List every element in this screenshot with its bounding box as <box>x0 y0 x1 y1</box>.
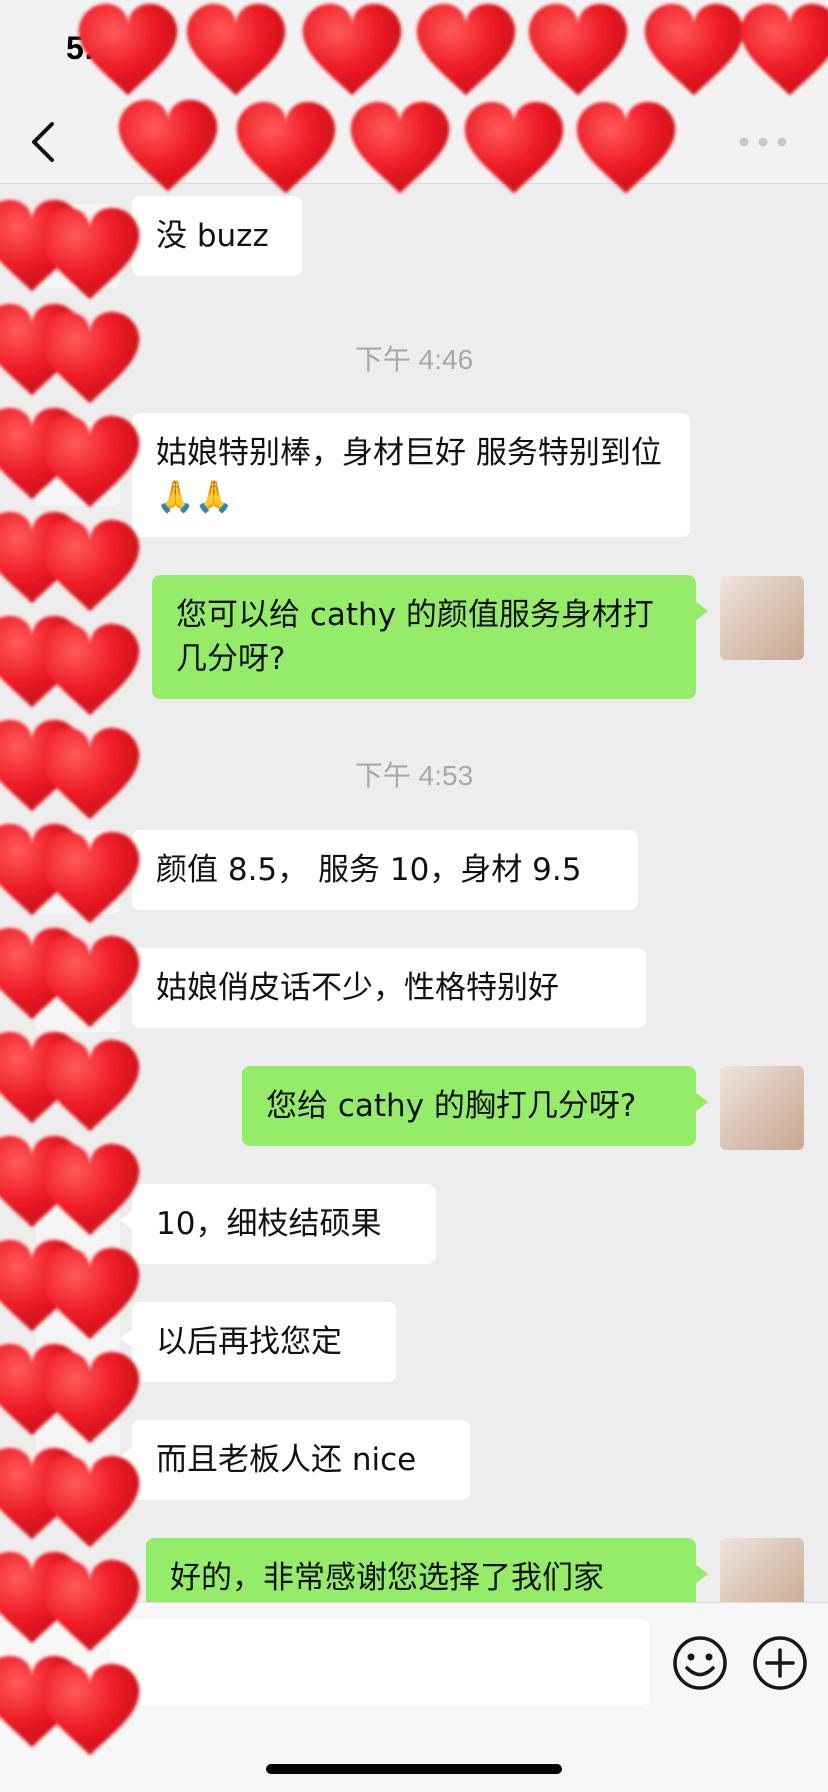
message-bubble-incoming[interactable]: 以后再找您定 <box>120 1302 396 1382</box>
status-bar: 5:0 <box>0 0 828 100</box>
message-text: 而且老板人还 nice <box>156 1442 417 1478</box>
bubble-tail <box>120 1446 133 1466</box>
message-bubble-incoming[interactable]: 姑娘特别棒，身材巨好 服务特别到位🙏🙏 <box>120 413 690 537</box>
bubble-tail <box>120 222 133 242</box>
chat-message-list[interactable]: 没 buzz 下午 4:46 姑娘特别棒，身材巨好 服务特别到位🙏🙏 您可以给 … <box>0 184 828 1602</box>
status-time: 5:0 <box>66 30 113 66</box>
bubble-tail <box>695 1092 708 1112</box>
message-text: 您可以给 cathy 的颜值服务身材打几分呀? <box>176 597 654 677</box>
bubble-tail <box>695 1564 708 1584</box>
message-text: 以后再找您定 <box>156 1324 342 1360</box>
my-avatar[interactable] <box>720 576 804 660</box>
contact-avatar[interactable] <box>36 422 120 506</box>
contact-avatar[interactable] <box>36 204 120 288</box>
message-text: 10，细枝结硕果 <box>156 1206 382 1242</box>
bubble-tail <box>695 601 708 621</box>
message-bubble-incoming[interactable]: 颜值 8.5， 服务 10，身材 9.5 <box>120 830 638 910</box>
timestamp-separator: 下午 4:46 <box>354 344 474 375</box>
message-bubble-outgoing[interactable]: 您可以给 cathy 的颜值服务身材打几分呀? <box>152 575 708 699</box>
message-text: 颜值 8.5， 服务 10，身材 9.5 <box>156 852 582 888</box>
more-dots-icon[interactable] <box>738 136 788 148</box>
chevron-left-icon[interactable] <box>26 118 60 166</box>
message-bubble-incoming[interactable]: 没 buzz <box>120 196 302 276</box>
bubble-tail <box>120 439 133 459</box>
contact-avatar[interactable] <box>36 948 120 1032</box>
my-avatar[interactable] <box>720 1538 804 1602</box>
message-bubble-incoming[interactable]: 10，细枝结硕果 <box>120 1184 436 1264</box>
home-indicator[interactable] <box>266 1764 562 1774</box>
contact-avatar[interactable] <box>36 1302 120 1386</box>
message-bubble-outgoing[interactable]: 您给 cathy 的胸打几分呀? <box>242 1066 708 1146</box>
contact-avatar[interactable] <box>36 830 120 914</box>
message-text: 好的，非常感谢您选择了我们家 <box>170 1560 604 1596</box>
message-bubble-incoming[interactable]: 姑娘俏皮话不少，性格特别好 <box>120 948 646 1028</box>
plus-circle-icon[interactable] <box>752 1635 808 1691</box>
smiley-face-icon[interactable] <box>672 1635 728 1691</box>
bubble-tail <box>120 974 133 994</box>
bubble-tail <box>120 1328 133 1348</box>
contact-avatar[interactable] <box>36 1184 120 1268</box>
message-text: 没 buzz <box>156 218 269 254</box>
chat-header <box>0 100 828 184</box>
message-text: 姑娘俏皮话不少，性格特别好 <box>156 970 559 1006</box>
message-bubble-incoming[interactable]: 而且老板人还 nice <box>120 1420 470 1500</box>
message-input[interactable] <box>110 1619 650 1705</box>
contact-avatar[interactable] <box>36 1420 120 1504</box>
timestamp-separator: 下午 4:53 <box>354 760 474 791</box>
message-bubble-outgoing[interactable]: 好的，非常感谢您选择了我们家 <box>146 1538 708 1602</box>
message-text: 您给 cathy 的胸打几分呀? <box>266 1088 637 1124</box>
bubble-tail <box>120 856 133 876</box>
message-text: 姑娘特别棒，身材巨好 服务特别到位🙏🙏 <box>156 435 662 515</box>
my-avatar[interactable] <box>720 1066 804 1150</box>
bubble-tail <box>120 1210 133 1230</box>
